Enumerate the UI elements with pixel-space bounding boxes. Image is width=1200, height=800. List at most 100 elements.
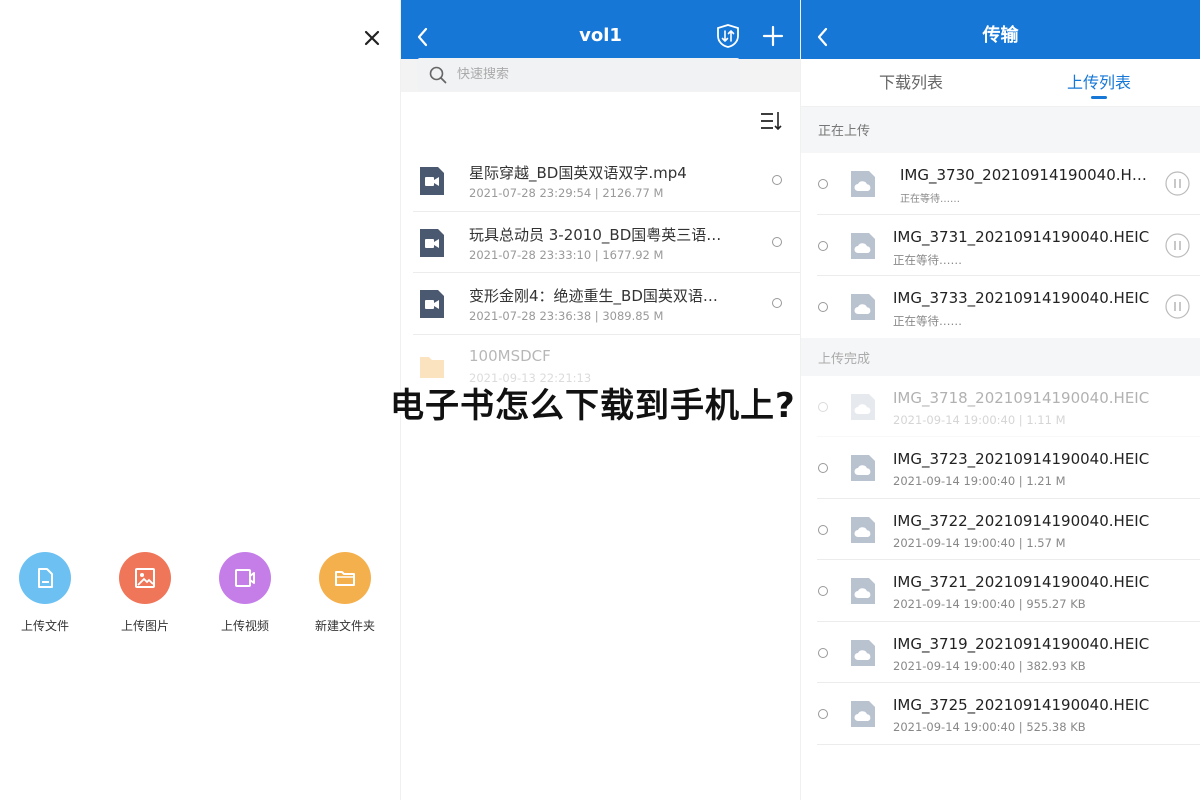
file-name: IMG_3721_20210914190040.HEIC — [893, 573, 1150, 591]
upload-image-label: 上传图片 — [120, 619, 169, 633]
image-icon — [135, 568, 155, 588]
select-radio[interactable] — [818, 709, 828, 719]
select-radio[interactable] — [818, 401, 828, 412]
video-icon — [235, 569, 255, 587]
upload-status: 正在等待…… — [893, 314, 962, 328]
upload-row[interactable]: IMG_3722_20210914190040.HEIC 2021-09-14 … — [817, 498, 1200, 560]
transfer-button[interactable] — [715, 23, 741, 49]
upload-file-circle — [19, 552, 71, 604]
select-radio[interactable] — [818, 302, 828, 312]
image-file-icon — [851, 455, 875, 481]
add-button[interactable] — [760, 23, 786, 49]
image-file-icon — [851, 232, 875, 259]
close-button[interactable] — [358, 24, 386, 52]
upload-row[interactable]: IMG_3733_20210914190040.HEIC 正在等待…… — [817, 276, 1200, 338]
file-name: IMG_3730_20210914190040.H… — [900, 166, 1147, 184]
image-file-icon — [851, 393, 875, 420]
new-folder-button[interactable]: 新建文件夹 — [300, 552, 390, 634]
pause-icon[interactable] — [1165, 294, 1190, 319]
upload-row[interactable]: IMG_3731_20210914190040.HEIC 正在等待…… — [817, 214, 1200, 276]
file-row[interactable]: 玩具总动员 3-2010_BD国粤英三语… 2021-07-28 23:33:1… — [413, 212, 800, 273]
uploading-section-header: 正在上传 — [801, 107, 1200, 153]
file-meta: 2021-07-28 23:29:54 | 2126.77 M — [469, 186, 664, 200]
transfer-tabs: 下载列表 上传列表 — [801, 59, 1200, 107]
new-folder-circle — [319, 552, 371, 604]
transfer-header: 传输 — [801, 0, 1200, 59]
search-icon — [429, 66, 447, 83]
plus-icon — [762, 25, 784, 47]
select-radio[interactable] — [772, 236, 782, 247]
file-meta: 2021-09-14 19:00:40 | 1.11 M — [893, 412, 1066, 427]
file-name: IMG_3731_20210914190040.HEIC — [893, 227, 1150, 246]
video-file-icon — [420, 228, 444, 257]
search-box[interactable] — [417, 58, 740, 91]
tab-download-list[interactable]: 下载列表 — [851, 69, 971, 93]
upload-row[interactable]: IMG_3723_20210914190040.HEIC 2021-09-14 … — [817, 437, 1200, 499]
tab-indicator — [1091, 96, 1107, 99]
upload-action-sheet: 上传文件 上传图片 上传视频 新建文件夹 — [0, 0, 400, 800]
image-file-icon — [851, 578, 875, 604]
file-meta: 2021-07-28 23:36:38 | 3089.85 M — [469, 309, 664, 323]
upload-file-button[interactable]: 上传文件 — [0, 552, 90, 634]
sort-icon — [761, 112, 782, 131]
file-meta: 2021-09-14 19:00:40 | 382.93 KB — [893, 658, 1086, 673]
file-name: 100MSDCF — [469, 346, 551, 365]
file-meta: 2021-09-14 19:00:40 | 1.57 M — [893, 535, 1066, 550]
file-row[interactable]: 星际穿越_BD国英双语双字.mp4 2021-07-28 23:29:54 | … — [413, 150, 800, 212]
search-input[interactable] — [457, 67, 707, 82]
select-radio[interactable] — [818, 463, 828, 473]
upload-row[interactable]: IMG_3719_20210914190040.HEIC 2021-09-14 … — [817, 621, 1200, 683]
file-name: IMG_3725_20210914190040.HEIC — [893, 696, 1150, 714]
file-name: IMG_3719_20210914190040.HEIC — [893, 634, 1150, 653]
done-section-header: 上传完成 — [801, 337, 1200, 376]
upload-row[interactable]: IMG_3725_20210914190040.HEIC 2021-09-14 … — [817, 683, 1200, 745]
tab-upload-list[interactable]: 上传列表 — [1039, 69, 1159, 93]
pause-icon[interactable] — [1165, 171, 1190, 196]
select-radio[interactable] — [818, 179, 828, 189]
pause-icon[interactable] — [1165, 232, 1190, 258]
file-name: IMG_3722_20210914190040.HEIC — [893, 511, 1150, 530]
transfer-panel: 传输 下载列表 上传列表 正在上传 IMG_3730_2021091419004… — [800, 0, 1200, 800]
image-file-icon — [851, 516, 875, 543]
browser-header: vol1 — [401, 0, 800, 59]
video-file-icon — [420, 167, 444, 195]
upload-image-button[interactable]: 上传图片 — [100, 552, 190, 634]
image-file-icon — [851, 701, 875, 727]
transfer-shield-icon — [717, 24, 739, 48]
upload-video-label: 上传视频 — [220, 619, 269, 633]
folder-icon — [335, 571, 355, 586]
file-name: IMG_3718_20210914190040.HEIC — [893, 388, 1150, 407]
folder-icon — [420, 356, 444, 378]
new-folder-label: 新建文件夹 — [314, 619, 375, 633]
upload-video-circle — [219, 552, 271, 604]
file-name: 玩具总动员 3-2010_BD国粤英三语… — [469, 225, 722, 244]
close-icon — [364, 30, 380, 46]
file-meta: 2021-09-14 19:00:40 | 955.27 KB — [893, 597, 1086, 611]
select-radio[interactable] — [818, 524, 828, 535]
select-radio[interactable] — [818, 647, 828, 658]
select-radio[interactable] — [818, 240, 828, 251]
file-meta: 2021-09-14 19:00:40 | 1.21 M — [893, 474, 1066, 488]
file-name: IMG_3723_20210914190040.HEIC — [893, 450, 1150, 468]
upload-status: 正在等待…… — [900, 194, 960, 205]
file-meta: 2021-07-28 23:33:10 | 1677.92 M — [469, 247, 664, 262]
file-name: 变形金刚4：绝迹重生_BD国英双语… — [469, 287, 718, 305]
upload-image-circle — [119, 552, 171, 604]
upload-row[interactable]: IMG_3721_20210914190040.HEIC 2021-09-14 … — [817, 560, 1200, 622]
select-radio[interactable] — [818, 586, 828, 596]
file-icon — [38, 568, 53, 588]
file-list: 星际穿越_BD国英双语双字.mp4 2021-07-28 23:29:54 | … — [401, 150, 800, 396]
image-file-icon — [851, 294, 875, 320]
image-file-icon — [851, 639, 875, 666]
sort-button[interactable] — [760, 110, 784, 132]
upload-video-button[interactable]: 上传视频 — [200, 552, 290, 634]
select-radio[interactable] — [772, 298, 782, 308]
upload-row[interactable]: IMG_3730_20210914190040.H… 正在等待…… — [817, 153, 1200, 215]
select-radio[interactable] — [772, 175, 782, 185]
file-name: 星际穿越_BD国英双语双字.mp4 — [469, 164, 687, 182]
file-row[interactable]: 变形金刚4：绝迹重生_BD国英双语… 2021-07-28 23:36:38 |… — [413, 273, 800, 335]
upload-file-label: 上传文件 — [20, 619, 69, 633]
search-row — [401, 58, 800, 150]
overlay-title: 电子书怎么下载到手机上? — [390, 386, 796, 426]
upload-row[interactable]: IMG_3718_20210914190040.HEIC 2021-09-14 … — [817, 375, 1200, 437]
